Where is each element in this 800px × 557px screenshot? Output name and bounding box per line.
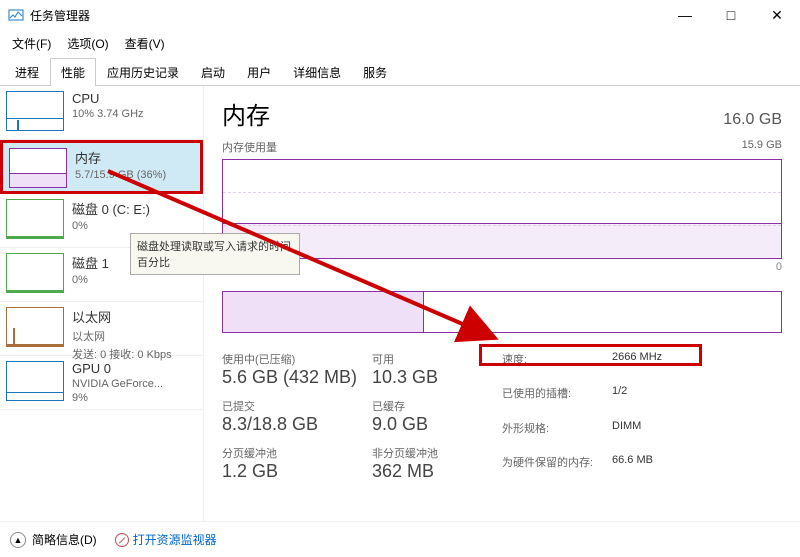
slots-label: 已使用的插槽: <box>502 385 612 413</box>
eth-sub1: 以太网 <box>72 328 172 344</box>
gpu-sub1: NVIDIA GeForce... <box>72 378 163 390</box>
memory-capacity: 16.0 GB <box>723 111 782 129</box>
avail-value: 10.3 GB <box>372 367 482 388</box>
titlebar: 任务管理器 ― □ ✕ <box>0 0 800 30</box>
content: CPU 10% 3.74 GHz 内存 5.7/15.9 GB (36%) 磁盘 0… <box>0 86 800 521</box>
cached-label: 已缓存 <box>372 398 482 414</box>
tab-performance[interactable]: 性能 <box>50 58 96 86</box>
brief-info-link[interactable]: 简略信息(D) <box>32 531 97 548</box>
menu-options[interactable]: 选项(O) <box>59 32 116 55</box>
reserved-value: 66.6 MB <box>612 454 712 482</box>
window-controls: ― □ ✕ <box>662 0 800 30</box>
memory-title: 内存 <box>75 148 166 167</box>
tab-app-history[interactable]: 应用历史记录 <box>96 58 190 86</box>
gpu-title: GPU 0 <box>72 361 163 376</box>
gpu-sub2: 9% <box>72 392 163 404</box>
form-value: DIMM <box>612 420 712 448</box>
tab-details[interactable]: 详细信息 <box>282 58 352 86</box>
usage-label: 内存使用量 <box>222 139 277 155</box>
commit-label: 已提交 <box>222 398 372 414</box>
reserved-label: 为硬件保留的内存: <box>502 454 612 482</box>
sidebar-item-cpu[interactable]: CPU 10% 3.74 GHz <box>0 86 203 140</box>
slots-value: 1/2 <box>612 385 712 413</box>
nonpaged-value: 362 MB <box>372 461 482 482</box>
tab-processes[interactable]: 进程 <box>4 58 50 86</box>
cpu-sub: 10% 3.74 GHz <box>72 108 144 120</box>
tabbar: 进程 性能 应用历史记录 启动 用户 详细信息 服务 <box>0 57 800 86</box>
stats: 使用中(已压缩)5.6 GB (432 MB) 可用10.3 GB 已提交8.3… <box>222 351 782 482</box>
monitor-label: 打开资源监视器 <box>133 531 217 548</box>
sidebar-item-ethernet[interactable]: 以太网以太网发送: 0 接收: 0 Kbps <box>0 302 203 356</box>
tab-users[interactable]: 用户 <box>236 58 282 86</box>
chevron-down-icon[interactable]: ▲ <box>10 532 26 548</box>
sidebar-item-gpu[interactable]: GPU 0 NVIDIA GeForce... 9% <box>0 356 203 410</box>
open-resource-monitor-link[interactable]: 打开资源监视器 <box>115 531 217 548</box>
disk1-sub: 0% <box>72 274 109 286</box>
maximize-button[interactable]: □ <box>708 0 754 30</box>
chart-scale-end: 0 <box>222 261 782 273</box>
memory-usage-chart <box>222 159 782 259</box>
avail-label: 可用 <box>372 351 482 367</box>
page-title: 内存 <box>222 96 270 131</box>
cpu-thumb-icon <box>6 91 64 131</box>
disk1-title: 磁盘 1 <box>72 253 109 272</box>
usage-max: 15.9 GB <box>742 139 782 155</box>
paged-label: 分页缓冲池 <box>222 445 372 461</box>
paged-value: 1.2 GB <box>222 461 372 482</box>
menu-file[interactable]: 文件(F) <box>4 32 59 55</box>
app-icon <box>8 7 24 23</box>
minimize-button[interactable]: ― <box>662 0 708 30</box>
highlight-speed <box>479 344 702 366</box>
disk0-thumb-icon <box>6 199 64 239</box>
gpu-thumb-icon <box>6 361 64 401</box>
tab-services[interactable]: 服务 <box>352 58 398 86</box>
disk1-thumb-icon <box>6 253 64 293</box>
memory-sub: 5.7/15.9 GB (36%) <box>75 169 166 181</box>
form-label: 外形规格: <box>502 420 612 448</box>
inuse-value: 5.6 GB (432 MB) <box>222 367 372 388</box>
footer: ▲ 简略信息(D) 打开资源监视器 <box>0 521 800 557</box>
eth-thumb-icon <box>6 307 64 347</box>
menu-view[interactable]: 查看(V) <box>117 32 173 55</box>
memory-thumb-icon <box>9 148 67 188</box>
commit-value: 8.3/18.8 GB <box>222 414 372 435</box>
inuse-label: 使用中(已压缩) <box>222 351 372 367</box>
tab-startup[interactable]: 启动 <box>190 58 236 86</box>
close-button[interactable]: ✕ <box>754 0 800 30</box>
tooltip: 磁盘处理读取或写入请求的时间百分比 <box>130 233 300 275</box>
nonpaged-label: 非分页缓冲池 <box>372 445 482 461</box>
memory-composition-chart <box>222 291 782 333</box>
cpu-title: CPU <box>72 91 144 106</box>
eth-sub2: 发送: 0 接收: 0 Kbps <box>72 346 172 362</box>
cached-value: 9.0 GB <box>372 414 482 435</box>
sidebar-item-memory[interactable]: 内存 5.7/15.9 GB (36%) <box>0 140 203 194</box>
disk0-title: 磁盘 0 (C: E:) <box>72 199 150 218</box>
sidebar: CPU 10% 3.74 GHz 内存 5.7/15.9 GB (36%) 磁盘 0… <box>0 86 204 521</box>
monitor-icon <box>115 533 129 547</box>
eth-title: 以太网 <box>72 307 172 326</box>
main-panel: 内存 16.0 GB 内存使用量 15.9 GB 0 使用中(已压缩)5.6 G… <box>204 86 800 521</box>
menubar: 文件(F) 选项(O) 查看(V) <box>0 30 800 57</box>
window-title: 任务管理器 <box>30 7 90 24</box>
disk0-sub: 0% <box>72 220 150 232</box>
